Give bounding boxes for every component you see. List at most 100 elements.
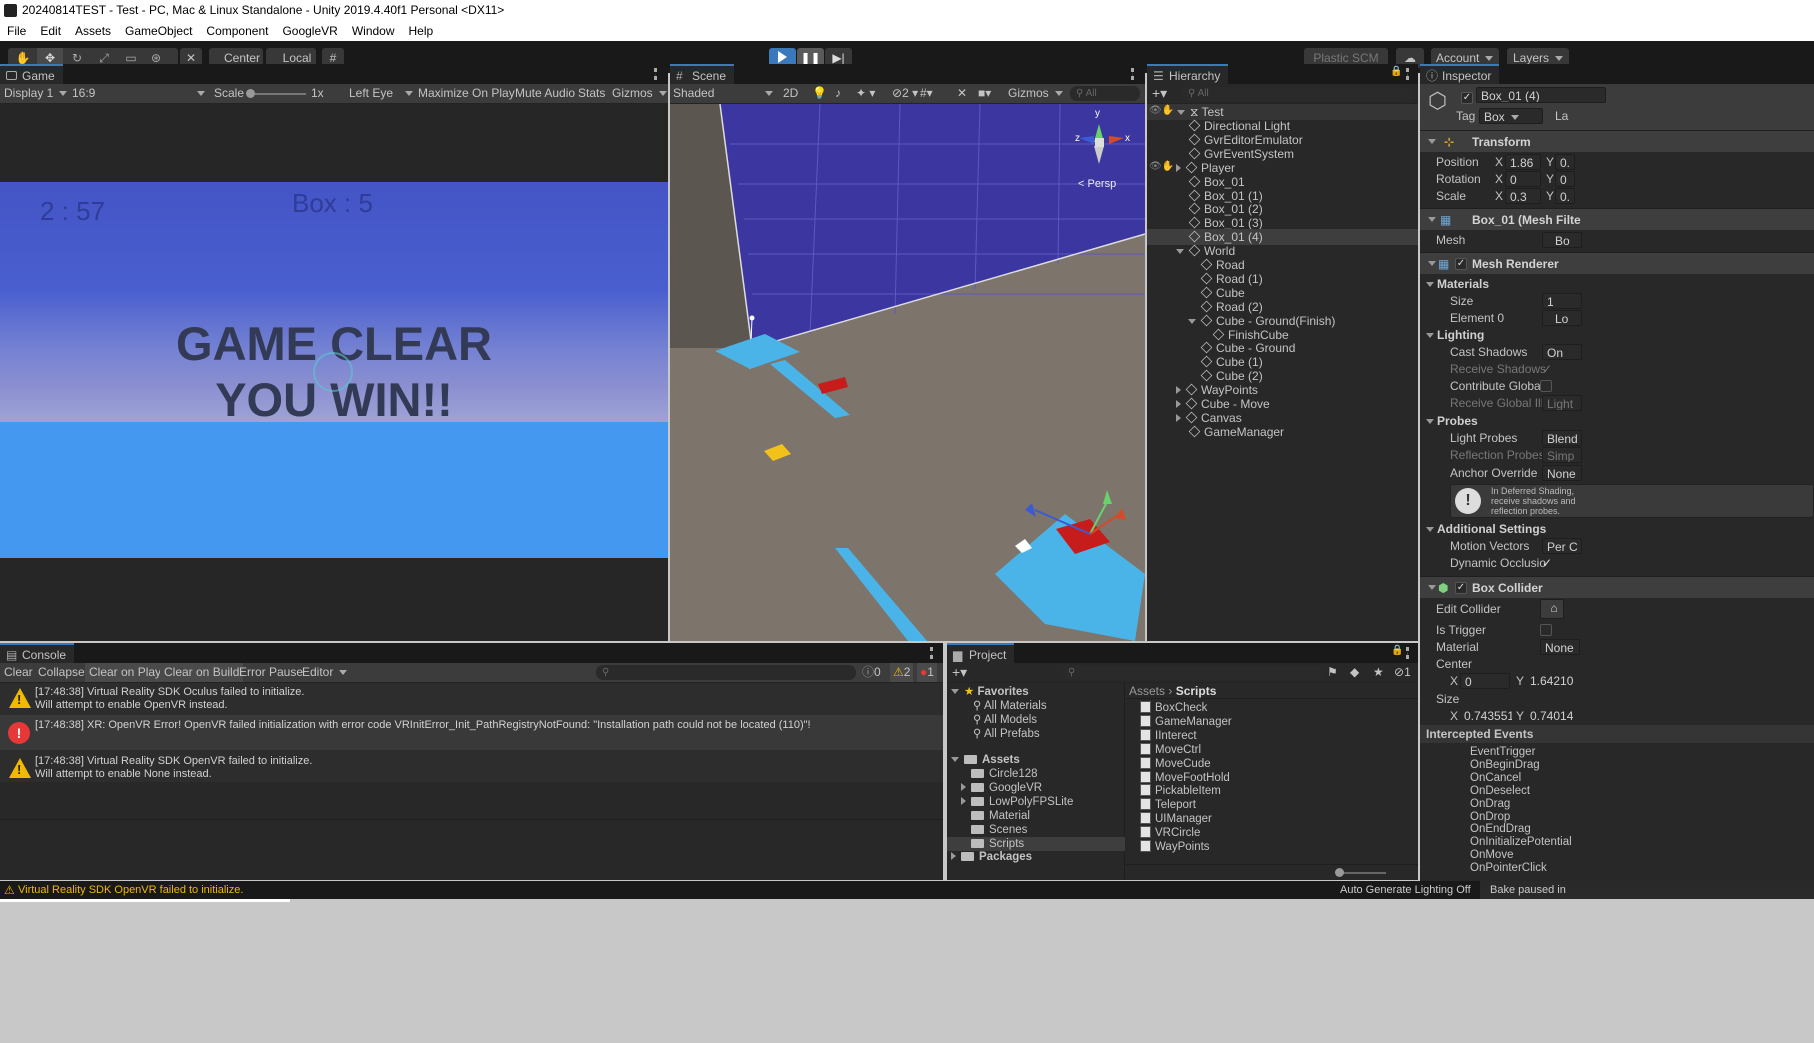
motion-vectors-dropdown[interactable]: Per C	[1542, 538, 1582, 554]
maximize-on-play-toggle[interactable]: Maximize On Play	[418, 84, 515, 103]
search-by-label-icon[interactable]: ◆	[1350, 663, 1359, 682]
fold-open-icon[interactable]	[1188, 318, 1196, 324]
receive-gi-dropdown[interactable]: Light	[1542, 395, 1582, 411]
tab-game[interactable]: Game	[0, 64, 63, 84]
grid-toggle-icon[interactable]: #▾	[920, 84, 933, 103]
menu-googlevr[interactable]: GoogleVR	[275, 21, 344, 41]
tab-hierarchy[interactable]: ☰ Hierarchy	[1147, 64, 1229, 84]
menu-help[interactable]: Help	[402, 21, 441, 41]
breadcrumb-root[interactable]: Assets	[1129, 684, 1165, 698]
console-message[interactable]: ! [17:48:38] XR: OpenVR Error! OpenVR fa…	[0, 715, 943, 750]
mute-audio-toggle[interactable]: Mute Audio	[515, 84, 575, 103]
menu-component[interactable]: Component	[199, 21, 275, 41]
anchor-override-field[interactable]: None	[1542, 465, 1582, 481]
additional-settings-foldout[interactable]: Additional Settings	[1420, 521, 1814, 538]
info-filter-toggle[interactable]: ⓘ0	[862, 663, 881, 682]
console-clear-button[interactable]: Clear	[4, 663, 33, 682]
console-collapse-button[interactable]: Collapse	[38, 663, 85, 682]
2d-toggle[interactable]: 2D	[783, 84, 798, 103]
scale-x-input[interactable]: 0.3	[1505, 188, 1541, 204]
assets-folder[interactable]: Assets	[951, 753, 1020, 767]
fold-open-icon[interactable]	[1176, 249, 1184, 255]
mesh-renderer-header[interactable]: ▦ ✓ Mesh Renderer	[1420, 252, 1814, 274]
rotation-y-input[interactable]: 0	[1555, 171, 1575, 187]
script-asset[interactable]: BoxCheck	[1140, 701, 1207, 715]
fold-closed-icon[interactable]	[961, 782, 966, 791]
active-checkbox[interactable]: ✓	[1461, 89, 1473, 104]
clear-on-build-toggle[interactable]: Clear on Build	[160, 663, 244, 682]
console-search-input[interactable]: ⚲	[596, 665, 856, 680]
contribute-gi-checkbox[interactable]	[1540, 380, 1552, 392]
favorite-item[interactable]: ⚲ All Prefabs	[973, 727, 1040, 741]
is-trigger-checkbox[interactable]	[1540, 624, 1552, 636]
camera-icon[interactable]: ■▾	[978, 84, 991, 103]
game-gizmos-dropdown[interactable]: Gizmos	[612, 84, 667, 103]
object-name-input[interactable]: Box_01 (4)	[1476, 87, 1606, 103]
error-pause-toggle[interactable]: Error Pause	[239, 663, 303, 682]
console-message[interactable]: [17:48:38] Virtual Reality SDK Oculus fa…	[0, 683, 943, 715]
editor-dropdown[interactable]: Editor	[302, 663, 347, 682]
lock-icon[interactable]: 🔒	[1391, 645, 1403, 656]
mesh-filter-header[interactable]: ▦ Box_01 (Mesh Filte	[1420, 208, 1814, 230]
create-plus-icon[interactable]: +▾	[952, 663, 967, 682]
rotation-x-input[interactable]: 0	[1505, 171, 1541, 187]
script-asset[interactable]: GameManager	[1140, 714, 1232, 729]
asset-folder[interactable]: Circle128	[961, 767, 1038, 781]
status-message[interactable]: Virtual Reality SDK OpenVR failed to ini…	[18, 881, 243, 899]
scene-orientation-gizmo[interactable]: y x z	[1074, 108, 1134, 174]
audio-toggle-icon[interactable]: ♪	[835, 84, 841, 103]
probes-foldout[interactable]: Probes	[1420, 413, 1814, 430]
asset-folder[interactable]: Scenes	[961, 823, 1027, 837]
tab-project[interactable]: ▆ Project	[947, 643, 1015, 663]
auto-lighting-status[interactable]: Auto Generate Lighting Off	[1340, 881, 1471, 899]
fold-closed-icon[interactable]	[1176, 413, 1181, 422]
script-asset[interactable]: WayPoints	[1140, 840, 1210, 854]
clear-on-play-toggle[interactable]: Clear on Play	[85, 663, 166, 682]
packages-folder[interactable]: Packages	[951, 850, 1032, 864]
element0-field[interactable]: Lo	[1542, 310, 1582, 326]
tag-dropdown[interactable]: Box	[1479, 108, 1543, 124]
menu-gameobject[interactable]: GameObject	[118, 21, 199, 41]
menu-edit[interactable]: Edit	[33, 21, 68, 41]
dynamic-occlusion-checkbox[interactable]: ✓	[1542, 555, 1552, 572]
hierarchy-item[interactable]: GameManager	[1147, 424, 1418, 440]
lighting-toggle-icon[interactable]: 💡	[812, 84, 827, 103]
script-asset[interactable]: UIManager	[1140, 812, 1212, 826]
scene-menu-icon[interactable]	[1131, 68, 1134, 80]
breadcrumb-current[interactable]: Scripts	[1176, 684, 1217, 698]
center-y-input[interactable]: 1.64210	[1526, 673, 1578, 689]
tab-inspector[interactable]: ⓘ Inspector	[1420, 64, 1500, 84]
icon-size-slider-handle[interactable]	[1335, 868, 1344, 877]
warning-filter-toggle[interactable]: ⚠2	[890, 663, 914, 682]
display-dropdown[interactable]: Display 1	[4, 84, 67, 103]
script-asset[interactable]: PickableItem	[1140, 784, 1221, 798]
hierarchy-search-input[interactable]: ⚲ All	[1182, 87, 1412, 101]
mesh-field[interactable]: Bo	[1542, 232, 1582, 248]
menu-assets[interactable]: Assets	[68, 21, 118, 41]
scale-slider-handle[interactable]	[246, 89, 255, 98]
tab-console[interactable]: ▤ Console	[0, 643, 75, 663]
fold-closed-icon[interactable]	[1176, 163, 1181, 172]
menu-file[interactable]: File	[0, 21, 33, 41]
script-asset[interactable]: MoveFootHold	[1140, 770, 1230, 785]
light-probes-dropdown[interactable]: Blend	[1542, 430, 1582, 446]
tab-scene[interactable]: # Scene	[670, 64, 735, 84]
shading-dropdown[interactable]: Shaded	[673, 84, 773, 103]
create-plus-icon[interactable]: +▾	[1152, 84, 1167, 103]
materials-foldout[interactable]: Materials	[1420, 276, 1814, 293]
aspect-dropdown[interactable]: 16:9	[72, 84, 207, 103]
collider-material-field[interactable]: None	[1540, 639, 1580, 655]
favorite-item[interactable]: ⚲ All Models	[973, 713, 1037, 727]
fold-closed-icon[interactable]	[961, 796, 966, 805]
visibility-eye-icon[interactable]: 👁✋	[1149, 105, 1174, 116]
favorite-star-icon[interactable]: ★	[1373, 663, 1384, 682]
console-menu-icon[interactable]	[930, 647, 933, 659]
transform-header[interactable]: ⊹ Transform	[1420, 130, 1814, 152]
stats-toggle[interactable]: Stats	[578, 84, 605, 103]
lighting-foldout[interactable]: Lighting	[1420, 327, 1814, 344]
asset-folder[interactable]: Scripts	[947, 836, 1125, 851]
scale-slider[interactable]	[250, 93, 306, 95]
script-asset[interactable]: IInterect	[1140, 728, 1197, 743]
center-x-input[interactable]: 0	[1460, 673, 1510, 689]
asset-folder[interactable]: LowPolyFPSLite	[961, 795, 1073, 809]
